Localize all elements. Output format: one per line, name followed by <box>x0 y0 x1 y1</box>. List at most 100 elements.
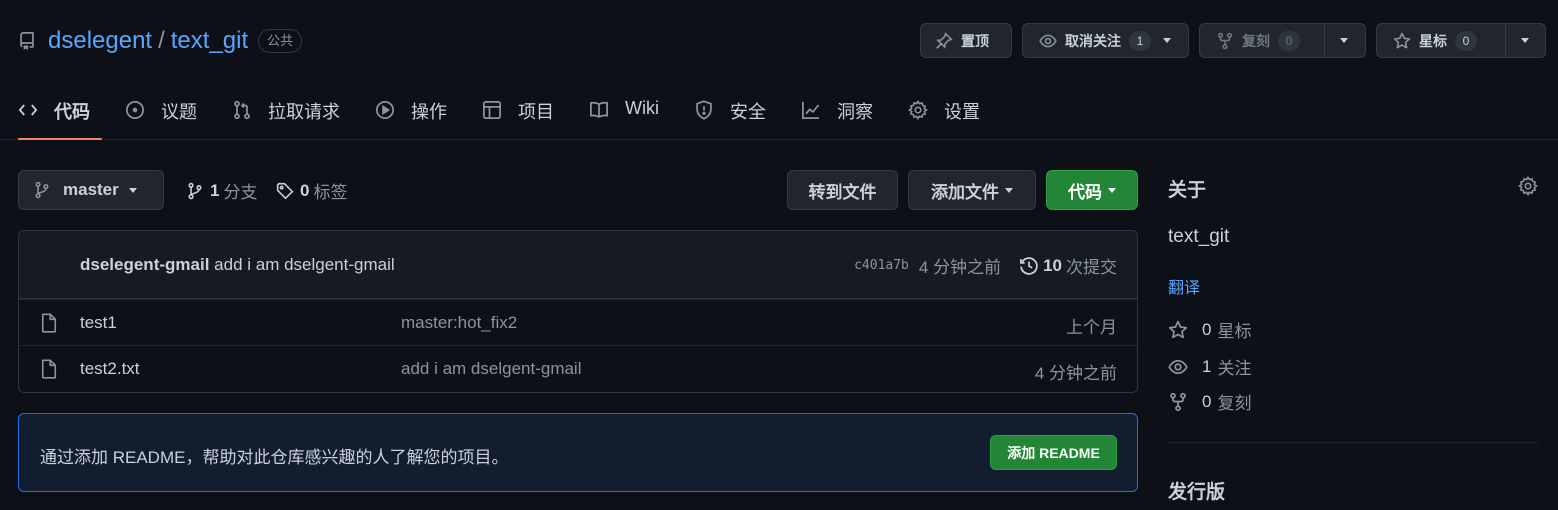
file-toolbar: master 1 分支 0 标签 转到文件 添加文件 代码 <box>18 170 1138 210</box>
file-name-link[interactable]: test1 <box>80 313 117 333</box>
star-count: 0 <box>1455 30 1477 51</box>
watch-button[interactable]: 取消关注 1 <box>1022 23 1189 58</box>
tab-issues[interactable]: 议题 <box>125 86 197 140</box>
tab-label: 代码 <box>54 102 90 122</box>
commit-age: 4 分钟之前 <box>918 258 1002 277</box>
branch-icon <box>33 181 51 199</box>
watchers-stat-link[interactable]: 1 关注 <box>1168 354 1251 379</box>
repo-path-separator: / <box>158 27 165 54</box>
branches-link[interactable]: 1 分支 <box>186 178 257 203</box>
tab-pull-requests[interactable]: 拉取请求 <box>232 86 340 140</box>
latest-commit-summary: dselegent-gmail add i am dselgent-gmail <box>80 255 395 275</box>
file-icon <box>40 359 58 379</box>
tab-label: 操作 <box>411 102 447 122</box>
releases-title[interactable]: 发行版 <box>1168 477 1225 504</box>
branch-name: master <box>63 180 119 199</box>
repo-actions: 置顶 取消关注 1 复刻 0 星标 0 <box>920 23 1546 58</box>
file-commit-message[interactable]: master:hot_fix2 <box>401 313 517 333</box>
tab-label: Wiki <box>625 98 659 118</box>
tab-security[interactable]: 安全 <box>694 86 766 140</box>
branch-count: 1 <box>210 180 220 200</box>
gear-icon[interactable] <box>1518 176 1538 196</box>
tab-insights[interactable]: 洞察 <box>801 86 873 140</box>
table-icon <box>482 100 502 120</box>
repo-icon <box>18 32 36 50</box>
star-icon <box>1168 320 1188 340</box>
repo-name-link[interactable]: text_git <box>171 27 248 55</box>
translate-link[interactable]: 翻译 <box>1168 274 1200 298</box>
commit-count-label: 次提交 <box>1066 258 1117 277</box>
tab-actions[interactable]: 操作 <box>375 86 447 140</box>
chevron-down-icon <box>128 187 137 193</box>
commit-history-link[interactable]: 10 次提交 <box>1019 253 1117 278</box>
issue-icon <box>125 100 145 120</box>
go-to-file-button[interactable]: 转到文件 <box>787 170 898 210</box>
watch-count: 1 <box>1129 30 1151 51</box>
repo-owner-link[interactable]: dselegent <box>48 27 152 55</box>
tab-label: 洞察 <box>837 102 873 122</box>
forks-label: 复刻 <box>1217 394 1252 413</box>
add-readme-button[interactable]: 添加 README <box>990 435 1117 470</box>
star-dropdown[interactable] <box>1505 24 1544 57</box>
repo-description: text_git <box>1168 226 1230 247</box>
tab-label: 设置 <box>944 102 980 122</box>
tab-label: 拉取请求 <box>268 102 340 122</box>
chevron-down-icon <box>1163 38 1171 43</box>
star-button[interactable]: 星标 0 <box>1376 23 1546 58</box>
book-icon <box>589 100 609 120</box>
chevron-down-icon <box>1005 187 1013 193</box>
code-button[interactable]: 代码 <box>1046 170 1138 210</box>
fork-icon <box>1168 392 1188 412</box>
tag-count: 0 <box>300 180 310 200</box>
go-to-file-label: 转到文件 <box>808 182 877 202</box>
file-age: 4 分钟之前 <box>1034 364 1117 383</box>
commit-meta: c401a7b 4 分钟之前 10 次提交 <box>854 253 1117 278</box>
stars-stat-link[interactable]: 0 星标 <box>1168 317 1251 342</box>
tab-label: 安全 <box>730 102 766 122</box>
tab-projects[interactable]: 项目 <box>482 86 554 140</box>
commit-message-link[interactable]: add i am dselgent-gmail <box>214 255 394 274</box>
visibility-badge: 公共 <box>258 29 303 53</box>
stars-label: 星标 <box>1217 322 1252 341</box>
file-icon <box>40 313 58 333</box>
star-label: 星标 <box>1419 32 1447 49</box>
file-row[interactable]: test2.txt add i am dselgent-gmail 4 分钟之前 <box>19 345 1137 391</box>
file-name-link[interactable]: test2.txt <box>80 359 140 379</box>
branch-count-label: 分支 <box>223 183 258 202</box>
tag-count-label: 标签 <box>313 183 348 202</box>
branch-icon <box>186 182 204 200</box>
readme-prompt: 通过添加 README，帮助对此仓库感兴趣的人了解您的项目。 添加 README <box>18 413 1138 492</box>
fork-dropdown[interactable] <box>1324 24 1363 57</box>
pull-request-icon <box>232 100 252 120</box>
code-button-label: 代码 <box>1068 182 1102 202</box>
add-file-button[interactable]: 添加文件 <box>908 170 1036 210</box>
forks-count: 0 <box>1202 391 1212 411</box>
fork-count: 0 <box>1278 30 1300 51</box>
file-age: 上个月 <box>1066 318 1117 337</box>
eye-icon <box>1168 357 1188 377</box>
star-icon <box>1393 32 1411 50</box>
file-commit-message[interactable]: add i am dselgent-gmail <box>401 359 581 379</box>
file-row[interactable]: test1 master:hot_fix2 上个月 <box>19 299 1137 345</box>
tab-settings[interactable]: 设置 <box>908 86 980 140</box>
branch-select-button[interactable]: master <box>18 170 164 210</box>
add-readme-label: 添加 README <box>1007 444 1100 461</box>
code-icon <box>18 100 38 120</box>
tag-icon <box>276 182 294 200</box>
repo-tabs: 代码 议题 拉取请求 操作 项目 Wiki 安全 洞察 设置 <box>18 86 1015 140</box>
pin-label: 置顶 <box>961 32 989 49</box>
tags-link[interactable]: 0 标签 <box>276 178 347 203</box>
gear-icon <box>908 100 928 120</box>
fork-button[interactable]: 复刻 0 <box>1199 23 1366 58</box>
commit-sha-link[interactable]: c401a7b <box>854 258 909 273</box>
forks-stat-link[interactable]: 0 复刻 <box>1168 389 1251 414</box>
watchers-count: 1 <box>1202 356 1212 376</box>
commit-author-link[interactable]: dselegent-gmail <box>80 255 209 274</box>
tab-wiki[interactable]: Wiki <box>589 86 659 140</box>
graph-icon <box>801 100 821 120</box>
latest-commit-bar: dselegent-gmail add i am dselgent-gmail … <box>19 231 1137 299</box>
pin-button[interactable]: 置顶 <box>920 23 1012 58</box>
eye-icon <box>1039 32 1057 50</box>
tab-code[interactable]: 代码 <box>18 86 102 140</box>
shield-icon <box>694 100 714 120</box>
